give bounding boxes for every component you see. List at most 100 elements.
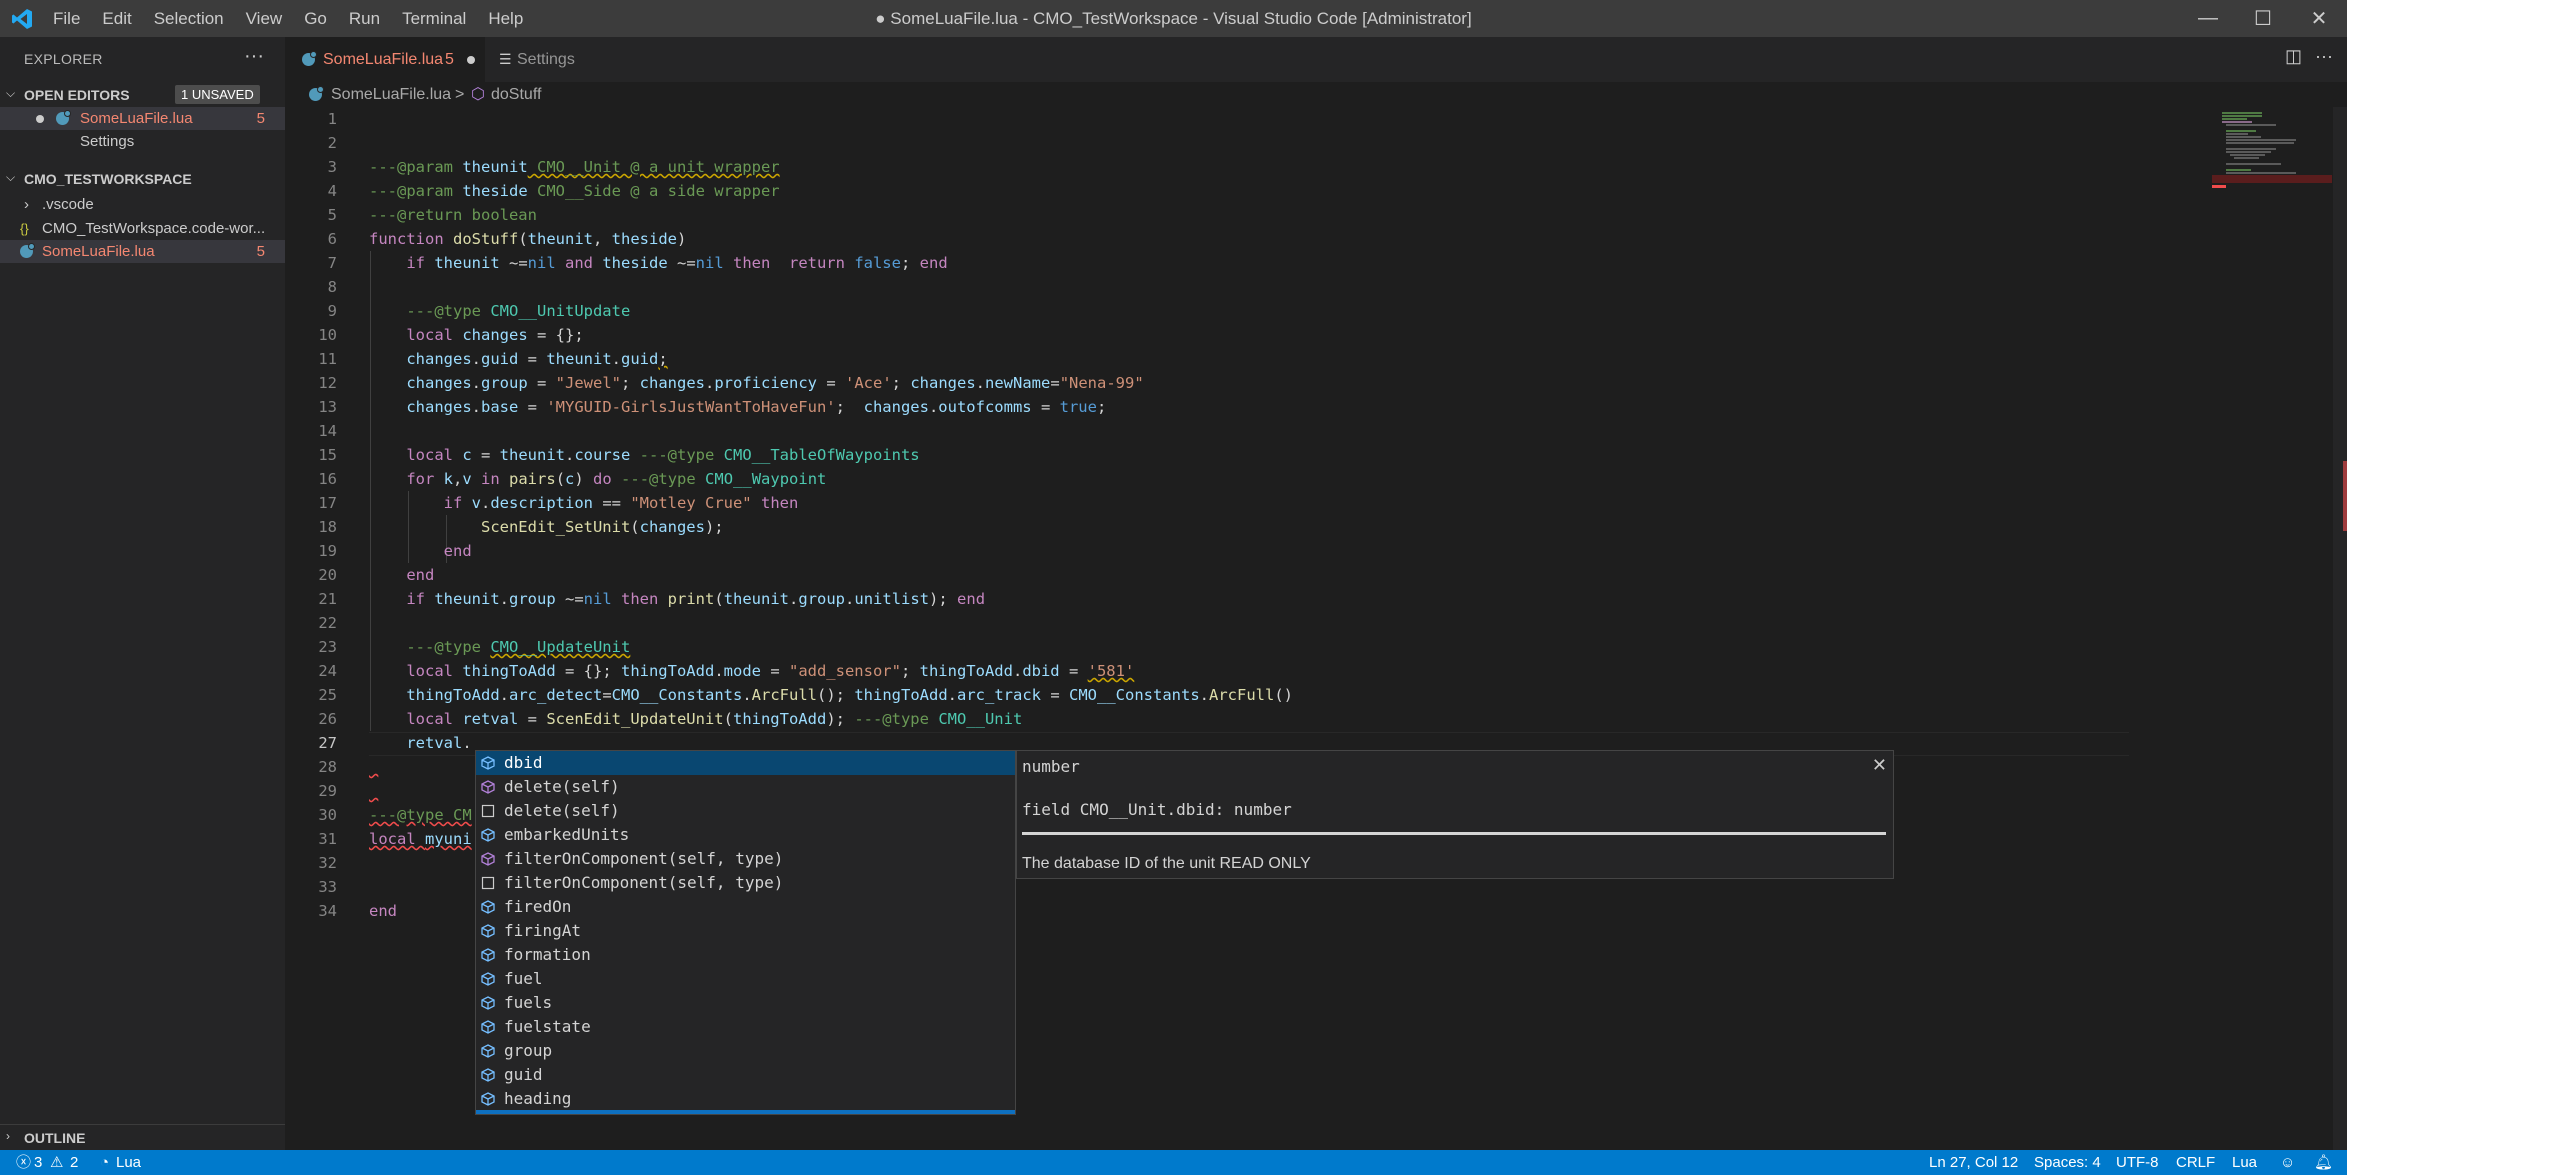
cursor-position[interactable]: Ln 27, Col 12 bbox=[1929, 1150, 2018, 1175]
suggestion-label: guid bbox=[504, 1065, 543, 1084]
error-icon[interactable]: ⓧ bbox=[16, 1150, 31, 1175]
code-line: function doStuff(theunit, theside) bbox=[369, 230, 687, 248]
code-line: changes.base = 'MYGUID-GirlsJustWantToHa… bbox=[406, 398, 1107, 416]
vertical-scrollbar[interactable] bbox=[2333, 107, 2347, 1150]
tab-settings[interactable]: ☰ Settings bbox=[485, 37, 605, 82]
suggestion-item[interactable]: delete(self) bbox=[476, 775, 1015, 799]
line-number: 3 bbox=[327, 158, 337, 176]
workspace-section[interactable]: ⌵ CMO_TESTWORKSPACE bbox=[0, 168, 285, 190]
notifications-icon[interactable]: 🔔︎ bbox=[2314, 1150, 2333, 1175]
menu-run[interactable]: Run bbox=[338, 0, 391, 37]
suggestion-item[interactable]: embarkedUnits bbox=[476, 823, 1015, 847]
menu-terminal[interactable]: Terminal bbox=[391, 0, 477, 37]
suggestion-label: firedOn bbox=[504, 897, 572, 916]
code-line: local changes = {}; bbox=[406, 326, 584, 344]
language-mode[interactable]: Lua bbox=[2232, 1150, 2257, 1175]
feedback-icon[interactable]: ☺ bbox=[2280, 1150, 2295, 1175]
suggestion-item[interactable]: firedOn bbox=[476, 895, 1015, 919]
menu-go[interactable]: Go bbox=[293, 0, 338, 37]
encoding[interactable]: UTF-8 bbox=[2116, 1150, 2159, 1175]
open-editors-section[interactable]: ⌵ OPEN EDITORS 1 UNSAVED bbox=[0, 84, 285, 106]
details-documentation: The database ID of the unit READ ONLY bbox=[1022, 855, 1311, 872]
suggestion-label: filterOnComponent(self, type) bbox=[504, 849, 784, 868]
line-number: 21 bbox=[318, 590, 337, 608]
line-endings[interactable]: CRLF bbox=[2176, 1150, 2215, 1175]
field-icon bbox=[481, 948, 495, 962]
field-icon bbox=[481, 1092, 495, 1106]
line-number: 7 bbox=[327, 254, 337, 272]
lua-file-icon bbox=[309, 86, 324, 101]
suggestion-item[interactable]: formation bbox=[476, 943, 1015, 967]
split-editor-icon[interactable]: ◫ bbox=[2285, 46, 2302, 67]
suggestion-item[interactable]: fuels bbox=[476, 991, 1015, 1015]
file-label: SomeLuaFile.lua bbox=[42, 243, 155, 260]
file-someluafile[interactable]: SomeLuaFile.lua 5 bbox=[0, 240, 285, 263]
details-declaration: field CMO__Unit.dbid: number bbox=[1022, 800, 1292, 819]
menu-help[interactable]: Help bbox=[477, 0, 534, 37]
suggestion-item[interactable]: fuelstate bbox=[476, 1015, 1015, 1039]
code-line: local thingToAdd = {}; thingToAdd.mode =… bbox=[406, 662, 1135, 680]
minimap-line bbox=[2226, 130, 2256, 132]
explorer-sidebar: EXPLORER ··· ⌵ OPEN EDITORS 1 UNSAVED So… bbox=[0, 37, 285, 1150]
menu-selection[interactable]: Selection bbox=[143, 0, 235, 37]
minimap[interactable] bbox=[2212, 107, 2332, 1150]
close-details-icon[interactable]: ✕ bbox=[1872, 755, 1887, 776]
suggestion-item[interactable]: group bbox=[476, 1039, 1015, 1063]
more-actions-icon[interactable]: ··· bbox=[244, 45, 264, 68]
menu-edit[interactable]: Edit bbox=[91, 0, 142, 37]
suggestion-item[interactable]: firingAt bbox=[476, 919, 1015, 943]
breadcrumb-symbol[interactable]: doStuff bbox=[491, 82, 541, 107]
minimize-button[interactable]: — bbox=[2180, 0, 2236, 37]
line-number: 18 bbox=[318, 518, 337, 536]
open-editor-item-someluafile[interactable]: SomeLuaFile.lua 5 bbox=[0, 107, 285, 130]
suggestion-label: dbid bbox=[504, 753, 543, 772]
menu-file[interactable]: File bbox=[42, 0, 91, 37]
lua-file-icon bbox=[20, 243, 35, 258]
problem-count: 5 bbox=[256, 110, 265, 127]
warning-icon[interactable]: ⚠ bbox=[50, 1150, 63, 1175]
restore-button[interactable]: ☐ bbox=[2235, 0, 2291, 37]
suggestion-item[interactable]: heading bbox=[476, 1087, 1015, 1111]
line-number: 16 bbox=[318, 470, 337, 488]
unsaved-dot-icon[interactable] bbox=[467, 56, 475, 64]
lua-file-icon bbox=[56, 110, 71, 125]
code-line: changes.guid = theunit.guid; bbox=[406, 350, 668, 368]
warning-count[interactable]: 2 bbox=[70, 1150, 78, 1175]
line-number: 5 bbox=[327, 206, 337, 224]
code-line: for k,v in pairs(c) do ---@type CMO__Way… bbox=[406, 470, 827, 488]
suggestion-item[interactable]: fuel bbox=[476, 967, 1015, 991]
close-window-button[interactable]: ✕ bbox=[2291, 0, 2347, 37]
line-number-current: 27 bbox=[318, 734, 337, 752]
code-line: if theunit.group ~=nil then print(theuni… bbox=[406, 590, 986, 608]
error-count[interactable]: 3 bbox=[34, 1150, 42, 1175]
unsaved-dot-icon[interactable] bbox=[36, 115, 44, 123]
outline-section[interactable]: › OUTLINE bbox=[0, 1124, 285, 1151]
outline-label: OUTLINE bbox=[24, 1130, 86, 1146]
line-number: 10 bbox=[318, 326, 337, 344]
suggestion-item[interactable]: delete(self) bbox=[476, 799, 1015, 823]
code-line: local c = theunit.course ---@type CMO__T… bbox=[406, 446, 920, 464]
open-editor-item-settings[interactable]: Settings bbox=[0, 130, 285, 153]
minimap-line bbox=[2230, 154, 2265, 156]
suggestion-item[interactable]: filterOnComponent(self, type) bbox=[476, 871, 1015, 895]
line-number: 14 bbox=[318, 422, 337, 440]
suggestion-label: embarkedUnits bbox=[504, 825, 630, 844]
details-divider bbox=[1022, 832, 1886, 835]
tab-someluafile[interactable]: SomeLuaFile.lua 5 bbox=[285, 37, 485, 82]
folder-vscode[interactable]: › .vscode bbox=[0, 193, 285, 216]
breadcrumb-file[interactable]: SomeLuaFile.lua bbox=[331, 82, 451, 107]
language-server-status[interactable]: Lua bbox=[116, 1150, 141, 1175]
file-workspace[interactable]: {} CMO_TestWorkspace.code-wor... bbox=[0, 217, 285, 240]
line-number: 13 bbox=[318, 398, 337, 416]
minimap-line bbox=[2234, 157, 2259, 159]
line-number: 24 bbox=[318, 662, 337, 680]
details-signature: number bbox=[1022, 757, 1080, 776]
suggestion-item[interactable]: guid bbox=[476, 1063, 1015, 1087]
more-actions-icon[interactable]: ··· bbox=[2315, 46, 2333, 67]
suggestion-item[interactable]: filterOnComponent(self, type) bbox=[476, 847, 1015, 871]
menu-view[interactable]: View bbox=[235, 0, 294, 37]
suggestion-label: formation bbox=[504, 945, 591, 964]
indentation[interactable]: Spaces: 4 bbox=[2034, 1150, 2101, 1175]
suggestion-item[interactable]: dbid bbox=[476, 751, 1015, 775]
minimap-line bbox=[2226, 151, 2271, 153]
